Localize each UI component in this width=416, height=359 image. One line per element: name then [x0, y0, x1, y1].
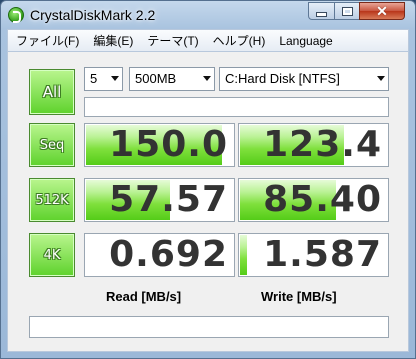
chevron-down-icon: [111, 76, 119, 81]
run-all-button[interactable]: All: [29, 69, 75, 115]
4k-write-bar: [240, 235, 247, 275]
maximize-icon: [341, 6, 353, 16]
4k-write-result: 1.587: [238, 233, 389, 277]
drive-select[interactable]: C:Hard Disk [NTFS]: [219, 67, 389, 91]
menu-file[interactable]: ファイル(F): [8, 32, 85, 49]
4k-write-value: 1.587: [263, 234, 382, 275]
close-icon: ✕: [376, 3, 388, 19]
write-column-label: Write [MB/s]: [261, 289, 337, 304]
seq-write-result: 123.4: [238, 123, 389, 167]
seq-read-result: 150.0: [84, 123, 235, 167]
menu-language[interactable]: Language: [271, 34, 338, 48]
drive-value: C:Hard Disk [NTFS]: [225, 71, 340, 86]
app-window: CrystalDiskMark 2.2 ✕ ファイル(F) 編集(E) テーマ(…: [0, 0, 416, 359]
status-bar: [29, 316, 389, 338]
512k-read-result: 57.57: [84, 178, 235, 222]
test-size-select[interactable]: 500MB: [129, 67, 215, 91]
512k-write-result: 85.40: [238, 178, 389, 222]
seq-read-value: 150.0: [109, 124, 228, 165]
test-size-value: 500MB: [135, 71, 177, 86]
close-button[interactable]: ✕: [359, 2, 405, 20]
menu-bar: ファイル(F) 編集(E) テーマ(T) ヘルプ(H) Language: [7, 29, 409, 51]
title-bar[interactable]: CrystalDiskMark 2.2 ✕: [1, 1, 415, 29]
maximize-button[interactable]: [334, 2, 360, 20]
4k-read-result: 0.692: [84, 233, 235, 277]
menu-help[interactable]: ヘルプ(H): [205, 32, 272, 49]
minimize-button[interactable]: [308, 2, 335, 20]
512k-read-value: 57.57: [109, 179, 228, 220]
chevron-down-icon: [203, 76, 211, 81]
4k-read-value: 0.692: [109, 234, 228, 275]
run-4k-button[interactable]: 4K: [29, 233, 75, 277]
app-icon: [8, 7, 24, 23]
minimize-icon: [316, 11, 327, 17]
seq-write-value: 123.4: [263, 124, 382, 165]
run-512k-button[interactable]: 512K: [29, 178, 75, 222]
test-count-value: 5: [90, 71, 98, 86]
menu-edit[interactable]: 編集(E): [85, 32, 139, 49]
main-panel: All 5 500MB C:Hard Disk [NTFS] Seq 150.0…: [7, 51, 409, 352]
run-seq-button[interactable]: Seq: [29, 123, 75, 167]
menu-theme[interactable]: テーマ(T): [139, 32, 204, 49]
512k-write-value: 85.40: [263, 179, 382, 220]
chevron-down-icon: [377, 76, 385, 81]
read-column-label: Read [MB/s]: [106, 289, 182, 304]
window-title: CrystalDiskMark 2.2: [30, 7, 156, 23]
info-bar: [84, 97, 389, 117]
test-count-select[interactable]: 5: [84, 67, 123, 91]
